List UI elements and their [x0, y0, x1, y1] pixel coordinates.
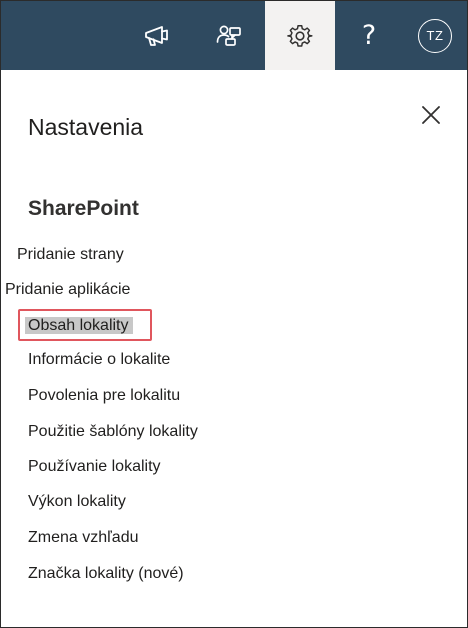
- link-site-information[interactable]: Informácie o lokalite: [28, 350, 170, 370]
- panel-title: Nastavenia: [28, 114, 144, 140]
- link-apply-site-template[interactable]: Použitie šablóny lokality: [28, 422, 198, 442]
- link-site-contents[interactable]: Obsah lokality: [25, 316, 133, 336]
- section-title-sharepoint: SharePoint: [28, 197, 139, 220]
- link-change-look[interactable]: Zmena vzhľadu: [28, 528, 139, 548]
- help-icon: ?: [361, 20, 377, 51]
- gear-icon: [287, 23, 313, 49]
- settings-button[interactable]: [265, 1, 335, 70]
- close-button[interactable]: [415, 101, 447, 133]
- suite-header-bar: ? TZ: [1, 1, 467, 70]
- account-button[interactable]: TZ: [411, 1, 459, 70]
- link-site-permissions[interactable]: Povolenia pre lokalitu: [28, 386, 180, 406]
- link-add-app[interactable]: Pridanie aplikácie: [5, 280, 130, 300]
- link-add-page[interactable]: Pridanie strany: [17, 245, 124, 265]
- feedback-button[interactable]: [197, 1, 261, 70]
- link-site-usage[interactable]: Používanie lokality: [28, 457, 161, 477]
- close-icon: [422, 105, 440, 129]
- avatar: TZ: [418, 18, 452, 53]
- link-site-performance[interactable]: Výkon lokality: [28, 492, 126, 512]
- whats-new-button[interactable]: [125, 1, 189, 70]
- link-site-branding[interactable]: Značka lokality (nové): [28, 564, 184, 584]
- feedback-icon: [216, 24, 242, 48]
- link-site-contents-label: Obsah lokality: [25, 317, 133, 334]
- megaphone-icon: [143, 25, 171, 47]
- settings-window: ? TZ Nastavenia SharePoint Pridanie stra…: [0, 0, 468, 628]
- help-button[interactable]: ?: [337, 1, 401, 70]
